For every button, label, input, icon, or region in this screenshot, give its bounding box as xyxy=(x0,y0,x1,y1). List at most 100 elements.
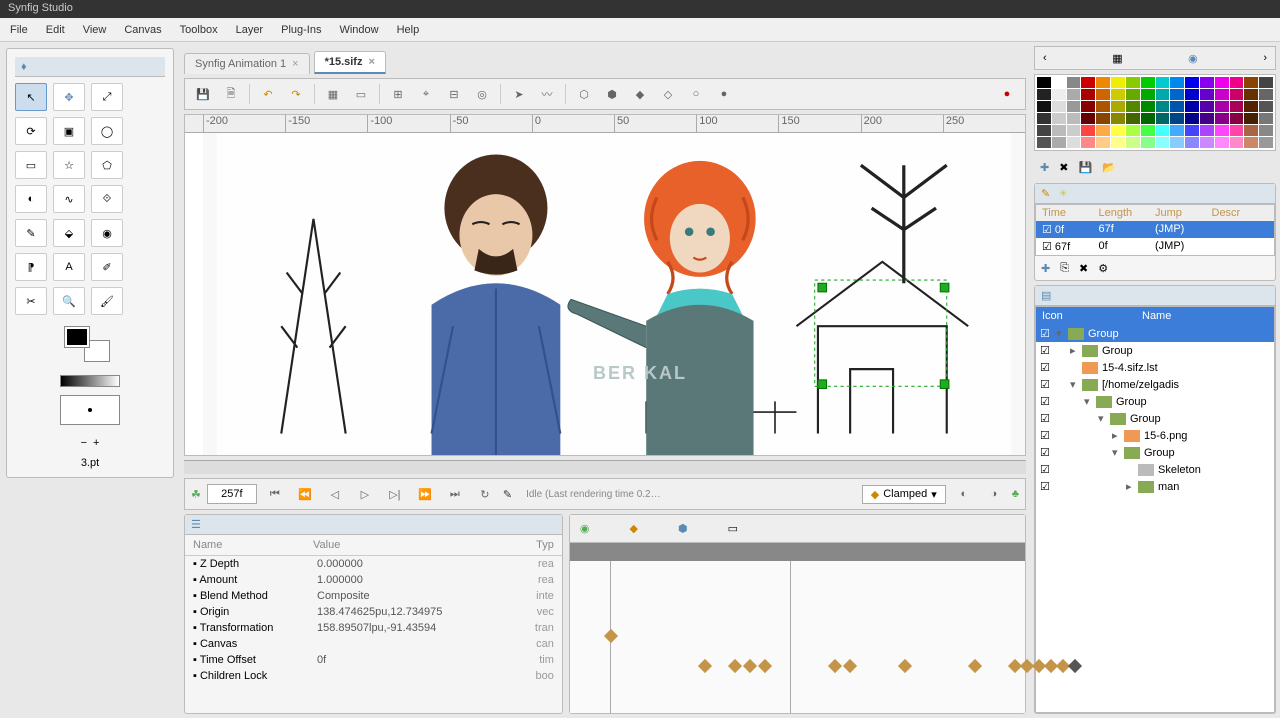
palette-color[interactable] xyxy=(1244,77,1258,88)
palette2-icon[interactable]: ◉ xyxy=(1188,52,1198,65)
palette-color[interactable] xyxy=(1156,77,1170,88)
next-palette-icon[interactable]: › xyxy=(1263,52,1267,64)
palette-color[interactable] xyxy=(1259,113,1273,124)
spline-tool[interactable]: ∿ xyxy=(53,185,85,213)
timeline-body[interactable] xyxy=(570,561,1025,713)
palette-color[interactable] xyxy=(1170,77,1184,88)
prev-palette-icon[interactable]: ‹ xyxy=(1043,52,1047,64)
canvas-viewport[interactable]: BER KAL xyxy=(203,133,1025,455)
palette-color[interactable] xyxy=(1185,77,1199,88)
mirror-tool[interactable]: ▣ xyxy=(53,117,85,145)
layer-row[interactable]: ☑Skeleton xyxy=(1036,461,1274,478)
palette-color[interactable] xyxy=(1141,101,1155,112)
palette-color[interactable] xyxy=(1156,113,1170,124)
palette-color[interactable] xyxy=(1200,125,1214,136)
kf-props-icon[interactable]: ⚙ xyxy=(1098,262,1108,275)
palette-color[interactable] xyxy=(1067,77,1081,88)
current-frame-input[interactable] xyxy=(207,484,257,504)
menu-plugins[interactable]: Plug-Ins xyxy=(281,24,321,36)
palette-color[interactable] xyxy=(1244,137,1258,148)
menu-layer[interactable]: Layer xyxy=(236,24,264,36)
kf-add-icon[interactable]: ✚ xyxy=(1041,262,1050,275)
save-icon[interactable]: 💾 xyxy=(191,82,215,106)
color-swatch[interactable] xyxy=(65,327,115,367)
size-minus[interactable]: − xyxy=(81,437,87,449)
layer-row[interactable]: ☑▾Group xyxy=(1036,444,1274,461)
preview-icon[interactable]: ▭ xyxy=(349,82,373,106)
param-row[interactable]: ▪ Time Offset0ftim xyxy=(185,652,562,668)
palette-color[interactable] xyxy=(1259,89,1273,100)
palette-color[interactable] xyxy=(1230,113,1244,124)
palette-color[interactable] xyxy=(1052,113,1066,124)
layer-row[interactable]: ☑▾Group xyxy=(1036,325,1274,342)
render-icon[interactable]: ▦ xyxy=(321,82,345,106)
palette-color[interactable] xyxy=(1096,77,1110,88)
palette-color[interactable] xyxy=(1259,125,1273,136)
fill-tool[interactable]: ⬙ xyxy=(53,219,85,247)
size-plus[interactable]: + xyxy=(93,437,99,449)
palette-color[interactable] xyxy=(1230,137,1244,148)
param-row[interactable]: ▪ Canvascan xyxy=(185,636,562,652)
palette-color[interactable] xyxy=(1200,77,1214,88)
play-icon[interactable]: ▷ xyxy=(353,482,377,506)
palette-color[interactable] xyxy=(1067,125,1081,136)
palette-color[interactable] xyxy=(1111,125,1125,136)
palette-color[interactable] xyxy=(1170,137,1184,148)
layer-row[interactable]: ☑▸Group xyxy=(1036,342,1274,359)
keyframe-row[interactable]: ☑ 0f67f(JMP) xyxy=(1036,221,1274,238)
palette-color[interactable] xyxy=(1081,113,1095,124)
palette-color[interactable] xyxy=(1244,113,1258,124)
palette-color[interactable] xyxy=(1200,113,1214,124)
palette-color[interactable] xyxy=(1230,89,1244,100)
palette-color[interactable] xyxy=(1141,77,1155,88)
palette-color[interactable] xyxy=(1067,89,1081,100)
palette-color[interactable] xyxy=(1156,125,1170,136)
palette-color[interactable] xyxy=(1200,89,1214,100)
layers-tab-icon[interactable]: ▤ xyxy=(1041,289,1051,302)
seek-prev-icon[interactable]: ◁ xyxy=(323,482,347,506)
mode1-icon[interactable]: ◐ xyxy=(952,482,976,506)
palette-color[interactable] xyxy=(1215,89,1229,100)
palette-color[interactable] xyxy=(1200,101,1214,112)
grid-icon[interactable]: ⊞ xyxy=(386,82,410,106)
edit-mode-icon[interactable]: ✎ xyxy=(503,488,512,501)
guides-icon[interactable]: ⊟ xyxy=(442,82,466,106)
h-scrollbar[interactable] xyxy=(184,460,1026,474)
star-tool[interactable]: ☆ xyxy=(53,151,85,179)
palette-color[interactable] xyxy=(1037,77,1051,88)
palette-color[interactable] xyxy=(1126,77,1140,88)
scale-tool[interactable]: ⤢ xyxy=(91,83,123,111)
palette-color[interactable] xyxy=(1156,137,1170,148)
close-icon[interactable]: × xyxy=(292,58,298,70)
palette-color[interactable] xyxy=(1244,101,1258,112)
loop-icon[interactable]: ↻ xyxy=(473,482,497,506)
eyedrop-tool[interactable]: ⁋ xyxy=(15,253,47,281)
palette-color[interactable] xyxy=(1185,101,1199,112)
kf-del-icon[interactable]: ✖ xyxy=(1079,262,1088,275)
handle5-icon[interactable]: ○ xyxy=(684,82,708,106)
tab-animation-1[interactable]: Synfig Animation 1× xyxy=(184,53,310,74)
palette-color[interactable] xyxy=(1170,125,1184,136)
rotate-tool[interactable]: ⟳ xyxy=(15,117,47,145)
timeline-ruler[interactable] xyxy=(570,543,1025,561)
rectangle-tool[interactable]: ▭ xyxy=(15,151,47,179)
canvas[interactable]: -200 -150 -100 -50 0 50 100 150 200 250 xyxy=(184,114,1026,456)
palette-color[interactable] xyxy=(1244,89,1258,100)
width-tool[interactable]: ◉ xyxy=(91,219,123,247)
snap-icon[interactable]: ⌖ xyxy=(414,82,438,106)
load-palette-icon[interactable]: 📂 xyxy=(1102,161,1116,174)
tab-15-sifz[interactable]: *15.sifz× xyxy=(314,51,386,74)
sketch-tool[interactable]: ✐ xyxy=(91,253,123,281)
gradient-swatch[interactable] xyxy=(60,375,120,387)
layer-row[interactable]: ☑▸15-6.png xyxy=(1036,427,1274,444)
palette-color[interactable] xyxy=(1259,137,1273,148)
palette-color[interactable] xyxy=(1185,113,1199,124)
layer-row[interactable]: ☑▾Group xyxy=(1036,393,1274,410)
brush-tool[interactable]: 🖌 xyxy=(91,287,123,315)
palette-color[interactable] xyxy=(1170,101,1184,112)
palette-color[interactable] xyxy=(1185,125,1199,136)
palette-color[interactable] xyxy=(1141,113,1155,124)
keyframe-row[interactable]: ☑ 67f0f(JMP) xyxy=(1036,238,1274,255)
palette-color[interactable] xyxy=(1067,137,1081,148)
palette-color[interactable] xyxy=(1126,137,1140,148)
